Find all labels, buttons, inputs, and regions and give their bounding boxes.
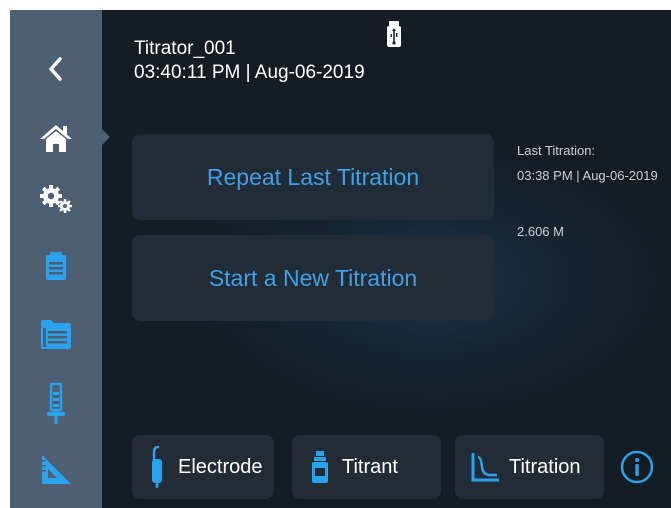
sidebar-item-calibration[interactable]	[10, 440, 102, 498]
last-titration-time: 03:38 PM | Aug-06-2019	[517, 168, 658, 183]
titrant-label: Titrant	[342, 455, 398, 478]
sidebar-item-results[interactable]	[10, 305, 102, 363]
burette-icon	[47, 382, 65, 424]
titrant-bottle-icon	[292, 450, 336, 484]
clipboard-icon	[46, 252, 66, 280]
sidebar-item-methods[interactable]	[10, 237, 102, 295]
results-folder-icon	[41, 320, 71, 349]
app-window: Titrator_001 03:40:11 PM | Aug-06-2019 R…	[10, 10, 671, 508]
last-titration-label: Last Titration:	[517, 143, 596, 158]
titration-button[interactable]: Titration	[455, 435, 604, 499]
active-indicator	[102, 128, 110, 146]
home-icon	[40, 125, 72, 152]
last-titration-result: 2.606 M	[517, 224, 564, 239]
main-panel: Titrator_001 03:40:11 PM | Aug-06-2019 R…	[102, 10, 671, 508]
sidebar-item-home[interactable]	[10, 109, 102, 167]
titrant-button[interactable]: Titrant	[292, 435, 441, 499]
sidebar-item-settings[interactable]	[10, 170, 102, 228]
sidebar	[10, 10, 102, 508]
electrode-label: Electrode	[178, 455, 263, 478]
sidebar-item-back[interactable]	[10, 40, 102, 98]
info-icon	[620, 450, 654, 484]
triangle-ruler-icon	[42, 455, 71, 484]
start-new-titration-button[interactable]: Start a New Titration	[132, 235, 494, 321]
electrode-icon	[132, 445, 172, 489]
gears-icon	[40, 185, 72, 213]
device-datetime: 03:40:11 PM | Aug-06-2019	[134, 62, 365, 83]
sidebar-item-burette[interactable]	[10, 375, 102, 433]
device-name: Titrator_001	[134, 38, 236, 59]
info-button[interactable]	[620, 450, 654, 489]
titration-label: Titration	[509, 455, 581, 478]
back-arrow-icon	[49, 57, 62, 81]
usb-drive-icon	[386, 20, 402, 53]
repeat-last-titration-button[interactable]: Repeat Last Titration	[132, 134, 494, 220]
electrode-button[interactable]: Electrode	[132, 435, 274, 499]
titration-curve-icon	[455, 451, 503, 483]
